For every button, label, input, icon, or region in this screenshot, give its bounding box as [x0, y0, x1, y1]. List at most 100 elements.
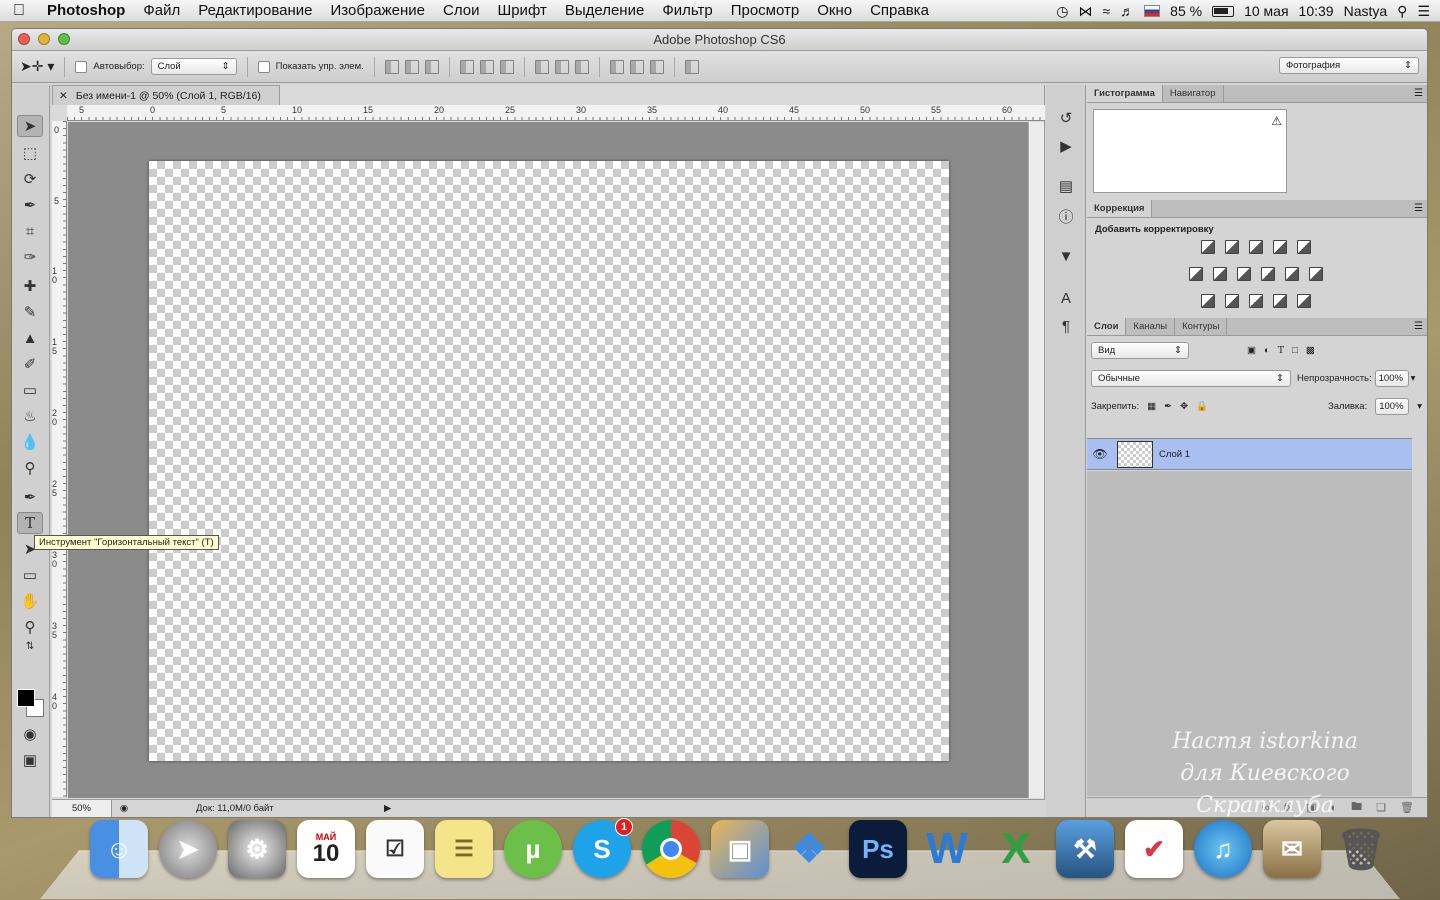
- workspace-dropdown[interactable]: Фотография ⇕: [1279, 57, 1419, 74]
- bluetooth-icon[interactable]: ⋈: [1078, 3, 1092, 20]
- close-window-button[interactable]: [18, 33, 30, 45]
- tab-paths[interactable]: Контуры: [1175, 318, 1228, 335]
- menu-filter[interactable]: Фильтр: [653, 2, 721, 19]
- dropbox-icon[interactable]: ❖: [780, 820, 838, 878]
- network-utility-icon[interactable]: ⚒: [1056, 820, 1114, 878]
- menu-select[interactable]: Выделение: [556, 2, 653, 19]
- stickies-notes-icon[interactable]: ☰: [435, 820, 493, 878]
- launchpad-rocket-icon[interactable]: ➤: [159, 820, 217, 878]
- spotlight-icon[interactable]: ⚲: [1397, 3, 1407, 20]
- exposure-icon[interactable]: [1273, 240, 1287, 254]
- lock-position-icon[interactable]: ✥: [1180, 401, 1188, 412]
- invert-icon[interactable]: [1201, 294, 1215, 308]
- blur-tool-icon[interactable]: 💧: [17, 431, 43, 453]
- autoselect-checkbox[interactable]: [75, 60, 88, 73]
- brush-tool-icon[interactable]: ✎: [17, 301, 43, 323]
- reminders-icon[interactable]: ☑: [366, 820, 424, 878]
- rectangle-tool-icon[interactable]: ▭: [17, 564, 43, 586]
- word-icon[interactable]: W: [918, 820, 976, 878]
- character-panel-icon[interactable]: A: [1055, 287, 1077, 309]
- skype-icon[interactable]: S 1: [573, 818, 633, 878]
- utorrent-icon[interactable]: µ: [504, 820, 562, 878]
- menu-image[interactable]: Изображение: [321, 2, 434, 19]
- channel-mixer-icon[interactable]: [1285, 267, 1299, 281]
- color-balance-icon[interactable]: [1213, 267, 1227, 281]
- layer-name[interactable]: Слой 1: [1159, 449, 1190, 460]
- move-tool-icon[interactable]: ➤: [17, 115, 43, 137]
- posterize-icon[interactable]: [1225, 294, 1239, 308]
- menu-help[interactable]: Справка: [861, 2, 938, 19]
- menu-view[interactable]: Просмотр: [722, 2, 809, 19]
- lock-image-icon[interactable]: ✒: [1164, 401, 1172, 412]
- menu-app-name[interactable]: Photoshop: [38, 2, 134, 19]
- marquee-tool-icon[interactable]: ⬚: [17, 142, 43, 164]
- pocket-icon[interactable]: ✔: [1125, 820, 1183, 878]
- menu-layers[interactable]: Слои: [434, 2, 488, 19]
- chrome-icon[interactable]: [642, 820, 700, 878]
- autoselect-dropdown[interactable]: Слой ⇕: [150, 58, 237, 75]
- horizontal-type-tool-icon[interactable]: T: [17, 512, 43, 534]
- battery-percent[interactable]: 85 %: [1170, 3, 1202, 19]
- distribute-top-icon[interactable]: [534, 59, 549, 74]
- swap-colors-icon[interactable]: ⇅: [17, 639, 43, 653]
- healing-brush-tool-icon[interactable]: ✚: [17, 275, 43, 297]
- fill-input[interactable]: 100%: [1375, 398, 1410, 415]
- dodge-tool-icon[interactable]: ⚲: [17, 457, 43, 479]
- layer-row[interactable]: 👁 Слой 1: [1087, 438, 1412, 470]
- tab-channels[interactable]: Каналы: [1126, 318, 1176, 335]
- status-menu-arrow-icon[interactable]: ▶: [384, 803, 391, 814]
- photo-filter-icon[interactable]: [1261, 267, 1275, 281]
- excel-icon[interactable]: X: [987, 820, 1045, 878]
- move-tool-preset-icon[interactable]: ➤✛ ▾: [20, 58, 54, 75]
- menu-file[interactable]: Файл: [134, 2, 189, 19]
- brightness-contrast-icon[interactable]: [1201, 240, 1215, 254]
- menu-edit[interactable]: Редактирование: [189, 2, 321, 19]
- blend-mode-dropdown[interactable]: Обычные ⇕: [1091, 370, 1291, 387]
- trash-icon[interactable]: 🗑: [1332, 820, 1390, 878]
- menu-type[interactable]: Шрифт: [488, 2, 555, 19]
- menu-window[interactable]: Окно: [808, 2, 861, 19]
- clock-time[interactable]: 10:39: [1299, 3, 1334, 19]
- lasso-tool-icon[interactable]: ⟳: [17, 168, 43, 190]
- tab-histogram[interactable]: Гистограмма: [1087, 85, 1163, 102]
- align-bottom-icon[interactable]: [424, 59, 439, 74]
- color-lookup-icon[interactable]: [1309, 267, 1323, 281]
- visibility-eye-icon[interactable]: 👁: [1087, 447, 1113, 461]
- clone-stamp-tool-icon[interactable]: ▲: [17, 327, 43, 349]
- system-preferences-gear-icon[interactable]: ⚙: [228, 820, 286, 878]
- input-source-flag-icon[interactable]: [1144, 5, 1161, 17]
- levels-icon[interactable]: [1225, 240, 1239, 254]
- panel-menu-icon[interactable]: ☰: [1414, 200, 1427, 217]
- curves-icon[interactable]: [1249, 240, 1263, 254]
- hue-saturation-icon[interactable]: [1189, 267, 1203, 281]
- zoom-window-button[interactable]: [58, 33, 70, 45]
- zoom-tool-icon[interactable]: ⚲: [17, 616, 43, 638]
- black-white-icon[interactable]: [1237, 267, 1251, 281]
- history-brush-tool-icon[interactable]: ✐: [17, 353, 43, 375]
- filter-type-icon[interactable]: T: [1278, 345, 1284, 356]
- warning-icon[interactable]: ⚠: [1271, 114, 1282, 128]
- canvas-pasteboard[interactable]: [68, 122, 1028, 798]
- user-name[interactable]: Nastya: [1344, 3, 1388, 19]
- distribute-vcenter-icon[interactable]: [554, 59, 569, 74]
- eraser-tool-icon[interactable]: ▭: [17, 379, 43, 401]
- distribute-left-icon[interactable]: [609, 59, 624, 74]
- zoom-level-field[interactable]: 50%: [52, 800, 112, 817]
- delete-layer-icon[interactable]: 🗑: [1400, 801, 1414, 814]
- hand-tool-icon[interactable]: ✋: [17, 590, 43, 612]
- photoshop-app-icon[interactable]: Ps: [849, 820, 907, 878]
- align-left-icon[interactable]: [459, 59, 474, 74]
- document-tab[interactable]: ✕ Без имени-1 @ 50% (Слой 1, RGB/16): [52, 85, 280, 105]
- notification-center-icon[interactable]: ☰: [1417, 3, 1430, 20]
- properties-panel-icon[interactable]: ▤: [1055, 175, 1077, 197]
- screen-mode-icon[interactable]: ▣: [17, 749, 43, 771]
- apple-menu-icon[interactable]: : [0, 2, 38, 20]
- align-right-icon[interactable]: [499, 59, 514, 74]
- fill-slider-arrow-icon[interactable]: ▾: [1417, 401, 1422, 412]
- actions-panel-icon[interactable]: ▶: [1055, 135, 1077, 157]
- lock-transparent-icon[interactable]: ▦: [1147, 401, 1156, 412]
- horizontal-ruler[interactable]: 5 0 5 10 15 20 25 30 35 40 45 50 55 60: [67, 105, 1045, 121]
- align-top-icon[interactable]: [384, 59, 399, 74]
- volume-icon[interactable]: ♬: [1120, 3, 1134, 19]
- filter-smart-object-icon[interactable]: ▩: [1306, 345, 1315, 356]
